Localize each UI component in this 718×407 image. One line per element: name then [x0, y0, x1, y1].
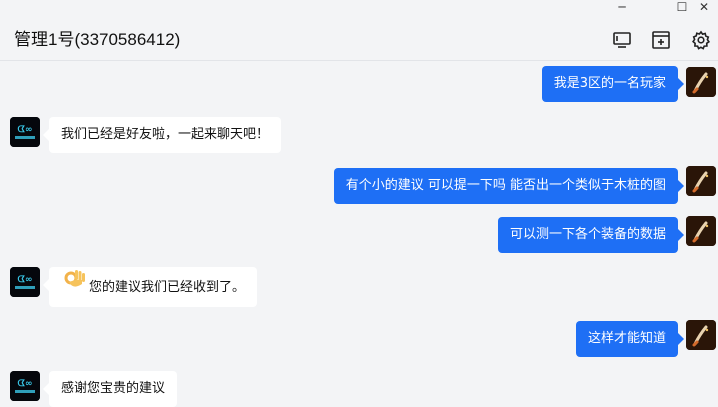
user-avatar[interactable] [686, 67, 716, 97]
chat-title: 管理1号(3370586412) [14, 30, 181, 49]
user-avatar[interactable] [686, 216, 716, 246]
svg-text:ᗧ∞: ᗧ∞ [18, 124, 33, 135]
contact-avatar[interactable]: ᗧ∞ [10, 117, 40, 147]
received-message-bubble[interactable]: 您的建议我们已经收到了。 [42, 267, 258, 308]
sent-message-bubble[interactable]: 这样才能知道 [575, 321, 685, 357]
close-button[interactable]: ✕ [690, 0, 718, 14]
contact-avatar[interactable]: ᗧ∞ [10, 267, 40, 297]
add-window-icon[interactable] [651, 30, 671, 50]
sent-message-bubble[interactable]: 可以测一下各个装备的数据 [497, 217, 685, 253]
svg-text:ᗧ∞: ᗧ∞ [18, 274, 33, 285]
user-avatar[interactable] [686, 320, 716, 350]
message-text: 您的建议我们已经收到了。 [89, 280, 246, 295]
sent-message-bubble[interactable]: 我是3区的一名玩家 [541, 66, 685, 102]
user-avatar[interactable] [686, 166, 716, 196]
settings-gear-icon[interactable] [691, 30, 711, 50]
svg-text:ᗧ∞: ᗧ∞ [18, 378, 33, 389]
received-message-bubble[interactable]: 我们已经是好友啦，一起来聊天吧！ [42, 117, 282, 153]
ok-hand-icon [63, 267, 87, 308]
minimize-button[interactable]: ─ [608, 0, 636, 14]
received-message-bubble[interactable]: 感谢您宝贵的建议 [42, 371, 178, 407]
title-bar: ─ ☐ ✕ 管理1号(3370586412) [0, 0, 718, 61]
contact-avatar[interactable]: ᗧ∞ [10, 371, 40, 401]
screen-share-icon[interactable] [612, 30, 632, 50]
message-list[interactable]: 我是3区的一名玩家 ᗧ∞ 我们已经是好友啦，一起来聊天吧！ 有个小的建议 可以提… [0, 61, 718, 407]
sent-message-bubble[interactable]: 有个小的建议 可以提一下吗 能否出一个类似于木桩的图 [333, 168, 685, 204]
